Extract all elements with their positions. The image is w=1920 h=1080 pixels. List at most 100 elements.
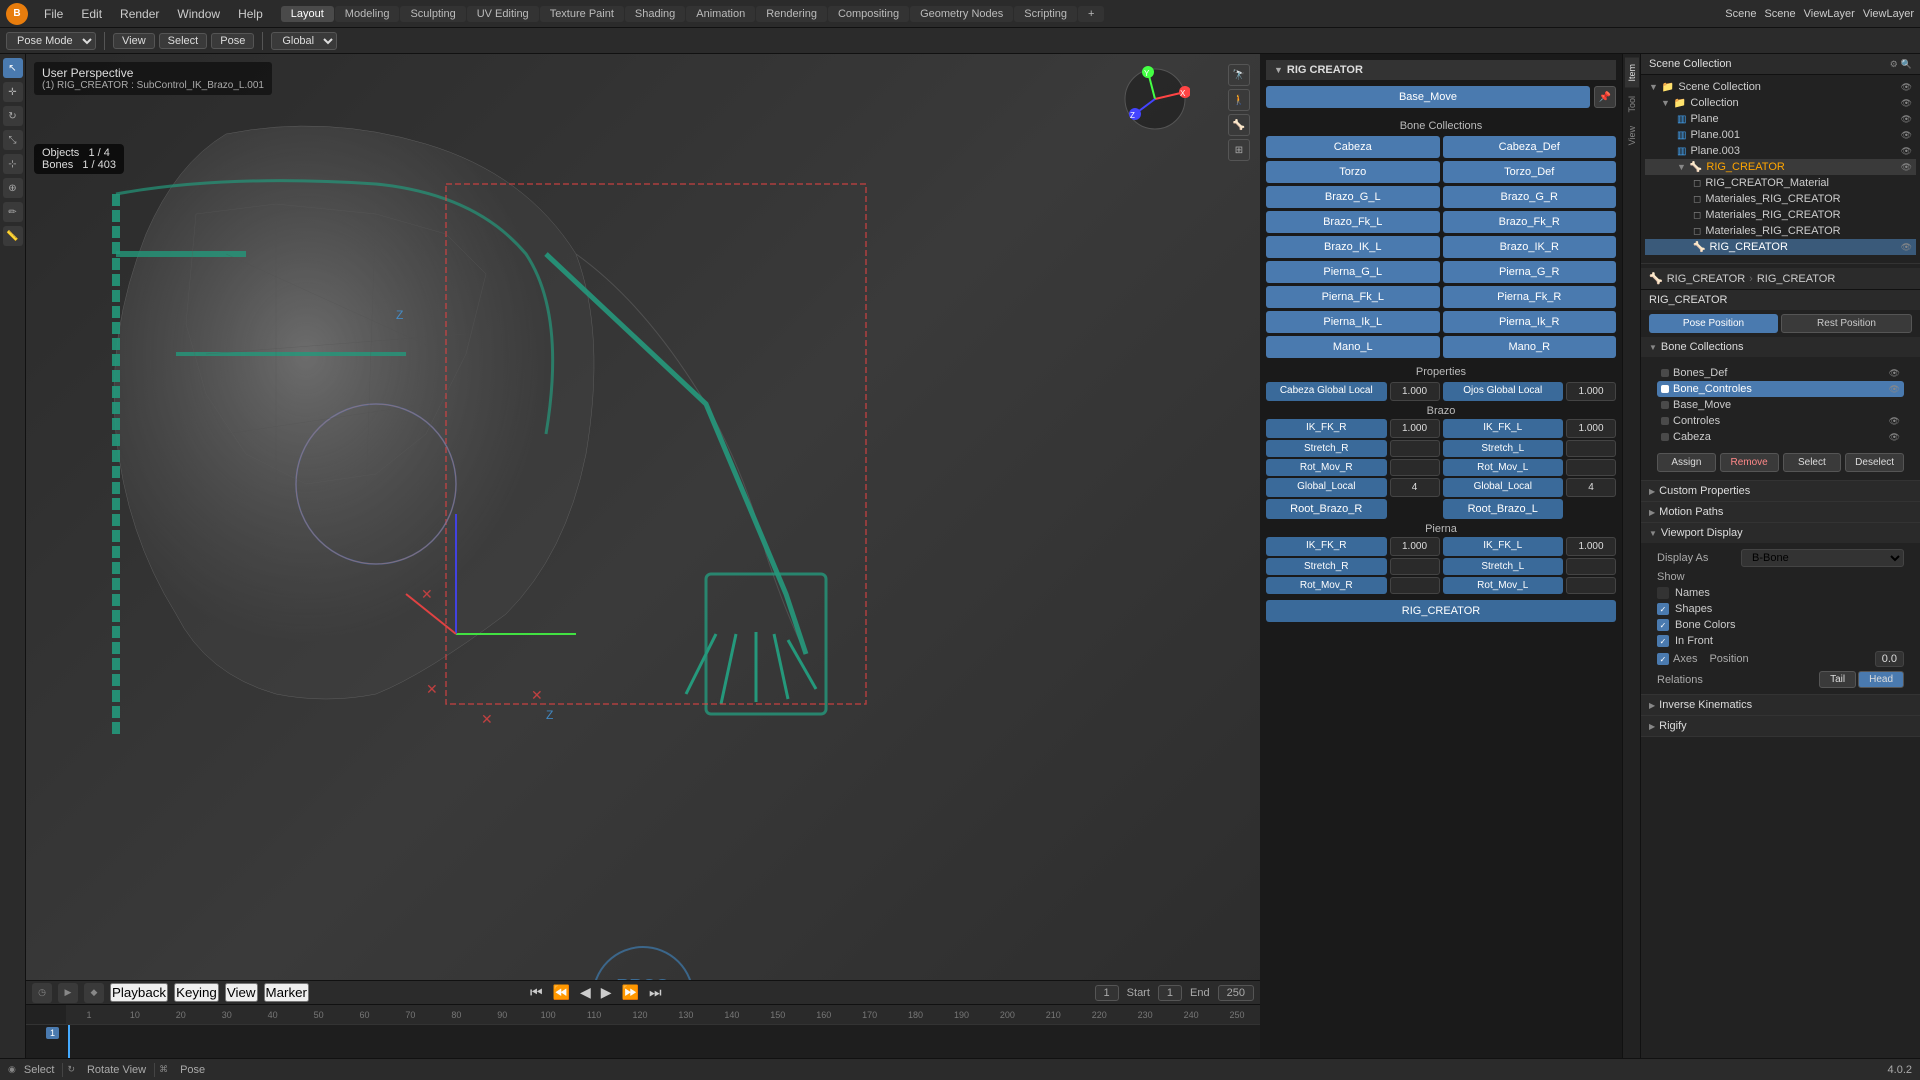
walk-nav-btn[interactable]: 🚶 bbox=[1228, 89, 1250, 111]
tree-materiales-2[interactable]: ◻ Materiales_RIG_CREATOR bbox=[1645, 207, 1916, 223]
viewport-display-header[interactable]: ▼ Viewport Display bbox=[1641, 523, 1920, 543]
custom-props-header[interactable]: ▶ Custom Properties bbox=[1641, 481, 1920, 501]
pierna-ikr-btn[interactable]: Pierna_Ik_R bbox=[1443, 311, 1617, 333]
tab-uv-editing[interactable]: UV Editing bbox=[467, 6, 539, 22]
bc-rig-sub[interactable]: RIG_CREATOR bbox=[1757, 273, 1835, 285]
root-brazo-l-btn[interactable]: Root_Brazo_L bbox=[1443, 499, 1564, 519]
torzo-def-btn[interactable]: Torzo_Def bbox=[1443, 161, 1617, 183]
mode-select[interactable]: Pose Mode bbox=[6, 32, 96, 50]
motion-paths-header[interactable]: ▶ Motion Paths bbox=[1641, 502, 1920, 522]
global-local-r-value[interactable]: 4 bbox=[1390, 478, 1440, 497]
tab-texture-paint[interactable]: Texture Paint bbox=[540, 6, 624, 22]
play-btn[interactable]: ▶ bbox=[598, 984, 615, 1001]
ojos-global-local-value[interactable]: 1.000 bbox=[1566, 382, 1616, 401]
menu-render[interactable]: Render bbox=[112, 5, 167, 23]
ik-fk-l-value[interactable]: 1.000 bbox=[1566, 419, 1616, 438]
display-as-select[interactable]: B-Bone bbox=[1741, 549, 1904, 567]
assign-btn[interactable]: Assign bbox=[1657, 453, 1716, 472]
bone-controles-eye[interactable]: 👁 bbox=[1889, 384, 1900, 395]
coll-bones-def[interactable]: Bones_Def 👁 bbox=[1657, 365, 1904, 381]
menu-file[interactable]: File bbox=[36, 5, 71, 23]
tree-plane001[interactable]: ▥ Plane.001 👁 bbox=[1645, 127, 1916, 143]
ik-fk-r-value[interactable]: 1.000 bbox=[1390, 419, 1440, 438]
bones-def-eye[interactable]: 👁 bbox=[1889, 368, 1900, 379]
stretch-l-value[interactable] bbox=[1566, 440, 1616, 457]
cabeza-global-local-value[interactable]: 1.000 bbox=[1390, 382, 1440, 401]
pose-position-btn[interactable]: Pose Position bbox=[1649, 314, 1778, 333]
move-tool[interactable]: ✛ bbox=[3, 82, 23, 102]
shapes-check[interactable]: ✓ bbox=[1657, 603, 1669, 615]
scale-tool[interactable]: ⤡ bbox=[3, 130, 23, 150]
visibility-icon[interactable]: 👁 bbox=[1901, 82, 1912, 93]
tab-add[interactable]: + bbox=[1078, 6, 1104, 22]
tree-collection[interactable]: ▼ 📁 Collection 👁 bbox=[1645, 95, 1916, 111]
p-rot-mov-r-value[interactable] bbox=[1390, 577, 1440, 594]
controles-eye[interactable]: 👁 bbox=[1889, 416, 1900, 427]
bone-display-btn[interactable]: 🦴 bbox=[1228, 114, 1250, 136]
mano-r-btn[interactable]: Mano_R bbox=[1443, 336, 1617, 358]
remove-btn[interactable]: Remove bbox=[1720, 453, 1779, 472]
stretch-r-value[interactable] bbox=[1390, 440, 1440, 457]
rig-vis[interactable]: 👁 bbox=[1901, 162, 1912, 173]
side-tab-tool[interactable]: Tool bbox=[1625, 90, 1639, 119]
side-tab-view[interactable]: View bbox=[1625, 120, 1639, 151]
pierna-gr-btn[interactable]: Pierna_G_R bbox=[1443, 261, 1617, 283]
ik-header[interactable]: ▶ Inverse Kinematics bbox=[1641, 695, 1920, 715]
tail-btn[interactable]: Tail bbox=[1819, 671, 1856, 688]
pin-icon[interactable]: 📌 bbox=[1594, 86, 1616, 108]
mano-l-btn[interactable]: Mano_L bbox=[1266, 336, 1440, 358]
transform-orientation[interactable]: Global bbox=[271, 32, 337, 50]
tree-plane003[interactable]: ▥ Plane.003 👁 bbox=[1645, 143, 1916, 159]
tree-scene-collection[interactable]: ▼ 📁 Scene Collection 👁 bbox=[1645, 79, 1916, 95]
head-btn[interactable]: Head bbox=[1858, 671, 1904, 688]
pierna-fkl-btn[interactable]: Pierna_Fk_L bbox=[1266, 286, 1440, 308]
next-frame-btn[interactable]: ⏩ bbox=[619, 984, 642, 1001]
filter-icon[interactable]: ⚙ bbox=[1890, 59, 1898, 70]
menu-edit[interactable]: Edit bbox=[73, 5, 110, 23]
cabeza-def-btn[interactable]: Cabeza_Def bbox=[1443, 136, 1617, 158]
view-menu-tl[interactable]: View bbox=[225, 983, 258, 1002]
search-icon[interactable]: 🔍 bbox=[1901, 59, 1912, 70]
menu-help[interactable]: Help bbox=[230, 5, 271, 23]
root-brazo-r-btn[interactable]: Root_Brazo_R bbox=[1266, 499, 1387, 519]
pierna-fkr-btn[interactable]: Pierna_Fk_R bbox=[1443, 286, 1617, 308]
in-front-check[interactable]: ✓ bbox=[1657, 635, 1669, 647]
prev-frame-btn[interactable]: ⏪ bbox=[550, 984, 573, 1001]
coll-cabeza[interactable]: Cabeza 👁 bbox=[1657, 429, 1904, 445]
playback-menu[interactable]: Playback bbox=[110, 983, 168, 1002]
p-rot-mov-l-value[interactable] bbox=[1566, 577, 1616, 594]
rest-position-btn[interactable]: Rest Position bbox=[1781, 314, 1912, 333]
grid-btn[interactable]: ⊞ bbox=[1228, 139, 1250, 161]
bone-colors-check[interactable]: ✓ bbox=[1657, 619, 1669, 631]
base-move-button[interactable]: Base_Move bbox=[1266, 86, 1590, 108]
coll-base-move[interactable]: Base_Move bbox=[1657, 397, 1904, 413]
axes-check[interactable]: ✓ bbox=[1657, 653, 1669, 665]
side-tab-item[interactable]: Item bbox=[1625, 58, 1639, 88]
select-tool[interactable]: ↖ bbox=[3, 58, 23, 78]
position-value[interactable]: 0.0 bbox=[1875, 651, 1904, 667]
coll-bone-controles[interactable]: Bone_Controles 👁 bbox=[1657, 381, 1904, 397]
p-ik-fk-r-value[interactable]: 1.000 bbox=[1390, 537, 1440, 556]
tree-materiales-3[interactable]: ◻ Materiales_RIG_CREATOR bbox=[1645, 223, 1916, 239]
tree-plane[interactable]: ▥ Plane 👁 bbox=[1645, 111, 1916, 127]
3d-viewport[interactable]: Z Z ✕ ✕ ✕ ✕ User Persp bbox=[26, 54, 1260, 1080]
view-menu[interactable]: View bbox=[113, 33, 155, 49]
p-stretch-r-value[interactable] bbox=[1390, 558, 1440, 575]
menu-window[interactable]: Window bbox=[169, 5, 228, 23]
brazo-gl-btn[interactable]: Brazo_G_L bbox=[1266, 186, 1440, 208]
pierna-ikl-btn[interactable]: Pierna_Ik_L bbox=[1266, 311, 1440, 333]
cursor-tool[interactable]: ⊕ bbox=[3, 178, 23, 198]
tab-geometry-nodes[interactable]: Geometry Nodes bbox=[910, 6, 1013, 22]
plane001-vis[interactable]: 👁 bbox=[1901, 130, 1912, 141]
deselect-btn[interactable]: Deselect bbox=[1845, 453, 1904, 472]
cabeza-eye[interactable]: 👁 bbox=[1889, 432, 1900, 443]
tab-animation[interactable]: Animation bbox=[686, 6, 755, 22]
annotate-tool[interactable]: ✏ bbox=[3, 202, 23, 222]
end-value[interactable]: 250 bbox=[1218, 985, 1254, 1001]
tree-rig-creator-child[interactable]: 🦴 RIG_CREATOR 👁 bbox=[1645, 239, 1916, 255]
names-check[interactable] bbox=[1657, 587, 1669, 599]
rot-mov-r-value[interactable] bbox=[1390, 459, 1440, 476]
transform-tool[interactable]: ⊹ bbox=[3, 154, 23, 174]
rotate-tool[interactable]: ↻ bbox=[3, 106, 23, 126]
plane-vis[interactable]: 👁 bbox=[1901, 114, 1912, 125]
